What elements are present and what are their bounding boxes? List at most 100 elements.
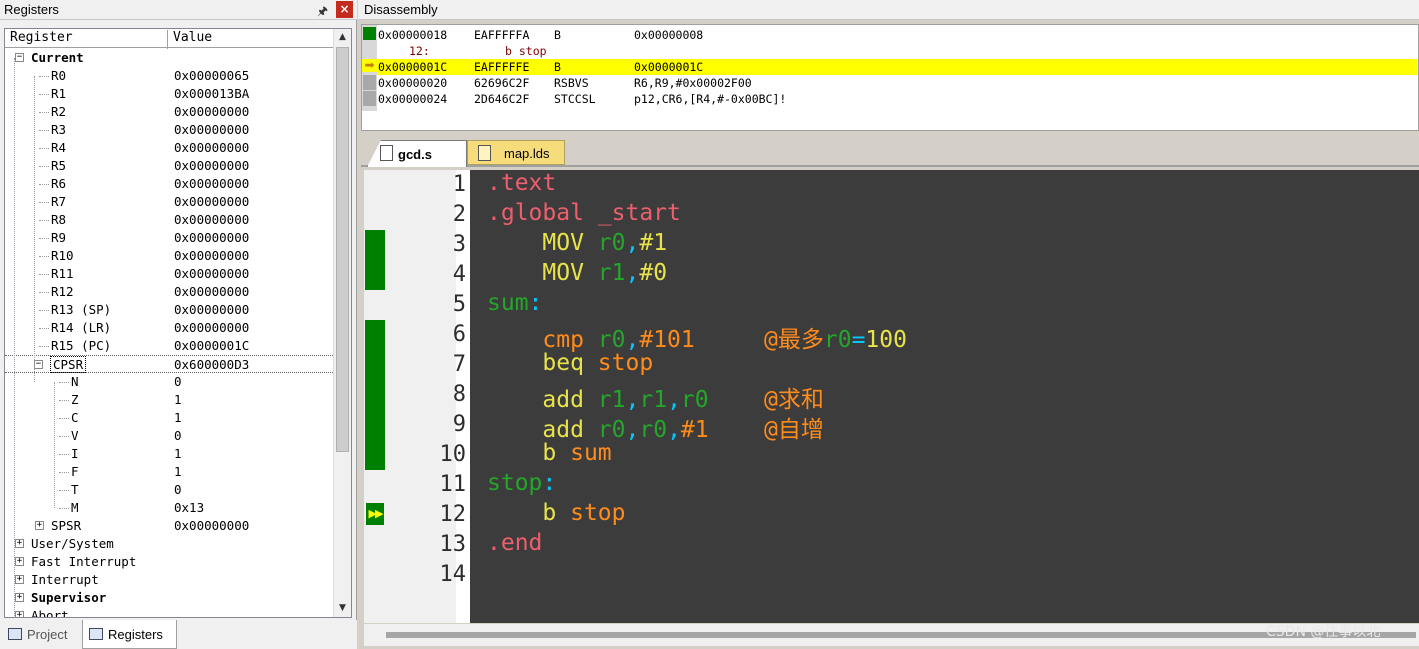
code-line-6: cmp r0,#101 @最多r0=100 — [542, 327, 907, 353]
disassembly-line-current[interactable]: 0x0000001C EAFFFFFE B 0x0000001C — [377, 59, 1417, 75]
code-line-10: b sum — [542, 440, 612, 466]
column-header-value[interactable]: Value — [173, 30, 212, 45]
register-value: 0x00000000 — [174, 104, 250, 119]
registers-title: Registers — [4, 2, 59, 17]
register-value: 0x00000000 — [174, 122, 250, 137]
register-row[interactable]: R8 0x00000000 — [5, 211, 333, 229]
register-row[interactable]: R10 0x00000000 — [5, 247, 333, 265]
close-icon[interactable]: × — [336, 1, 353, 18]
disassembly-line[interactable]: 0x00000024 2D646C2F STCCSL p12,CR6,[R4,#-0x… — [377, 91, 1417, 107]
line-number: 1 — [452, 172, 466, 197]
register-row[interactable]: R0 0x00000065 — [5, 67, 333, 85]
tree-group-mode[interactable]: + Fast Interrupt — [5, 553, 333, 571]
register-row[interactable]: R12 0x00000000 — [5, 283, 333, 301]
collapse-icon[interactable]: − — [15, 53, 24, 62]
register-name: User/System — [31, 536, 114, 551]
current-instruction-arrow-icon: ➡ — [362, 59, 377, 72]
register-row-spsr[interactable]: + SPSR 0x00000000 — [5, 517, 333, 535]
register-row[interactable]: R4 0x00000000 — [5, 139, 333, 157]
tab-project-label: Project — [27, 627, 68, 642]
register-value: 0x13 — [174, 500, 205, 515]
tab-registers[interactable]: Registers — [82, 620, 177, 649]
tree-connector — [39, 220, 49, 221]
tree-connector — [59, 472, 69, 473]
code-line-5: sum: — [487, 290, 543, 316]
disasm-mnemonic: STCCSL — [554, 92, 596, 106]
tree-connector — [59, 400, 69, 401]
tree-group-current[interactable]: − Current — [5, 49, 333, 67]
scroll-thumb[interactable] — [336, 47, 349, 452]
register-row[interactable]: R13 (SP) 0x00000000 — [5, 301, 333, 319]
register-value: 1 — [174, 446, 182, 461]
register-value: 0x00000065 — [174, 68, 250, 83]
editor-coverage-gutter: ▶▶ — [364, 170, 386, 623]
tree-connector — [14, 58, 15, 617]
expand-icon[interactable]: + — [15, 593, 24, 602]
tree-group-mode[interactable]: + Abort — [5, 607, 333, 618]
tree-group-mode[interactable]: + User/System — [5, 535, 333, 553]
expand-icon[interactable]: + — [15, 557, 24, 566]
disassembly-line[interactable]: 0x00000018 EAFFFFFA B 0x00000008 — [377, 27, 1417, 43]
register-row[interactable]: R2 0x00000000 — [5, 103, 333, 121]
tab-map-lds[interactable]: map.lds — [467, 140, 565, 165]
tree-connector — [59, 454, 69, 455]
register-row[interactable]: R1 0x000013BA — [5, 85, 333, 103]
code-editor[interactable]: ▶▶ 1 2 3 4 5 6 7 8 9 10 11 12 13 14 .text .global _st… — [364, 170, 1419, 623]
collapse-icon[interactable]: − — [34, 360, 43, 369]
disasm-opcode: 62696C2F — [474, 76, 530, 90]
column-separator[interactable] — [167, 30, 168, 49]
register-row[interactable]: R9 0x00000000 — [5, 229, 333, 247]
vertical-scrollbar[interactable]: ▲ ▼ — [333, 29, 351, 617]
register-name: R14 (LR) — [51, 320, 112, 335]
editor-tabs: gcd.s map.lds — [361, 137, 1419, 167]
disasm-opcode: EAFFFFFA — [474, 28, 530, 42]
register-name: Abort — [31, 608, 69, 618]
register-value: 0 — [174, 374, 182, 389]
expand-icon[interactable]: + — [15, 539, 24, 548]
register-row[interactable]: R7 0x00000000 — [5, 193, 333, 211]
register-row[interactable]: R5 0x00000000 — [5, 157, 333, 175]
pin-icon[interactable]: 🖈 — [317, 2, 328, 23]
scroll-up-arrow-icon[interactable]: ▲ — [334, 29, 351, 46]
expand-icon[interactable]: + — [15, 611, 24, 617]
execution-point-icon: ▶▶ — [366, 503, 384, 525]
expand-icon[interactable]: + — [15, 575, 24, 584]
register-value: 0x00000000 — [174, 284, 250, 299]
disassembly-view[interactable]: ➡ 0x00000018 EAFFFFFA B 0x00000008 12: b stop… — [361, 24, 1419, 131]
disasm-operands: R6,R9,#0x00002F00 — [634, 76, 752, 90]
coverage-gray-mark — [363, 75, 376, 90]
register-row[interactable]: R15 (PC) 0x0000001C — [5, 337, 333, 355]
scroll-thumb[interactable] — [386, 632, 1416, 638]
register-row[interactable]: R6 0x00000000 — [5, 175, 333, 193]
disassembly-line[interactable]: 0x00000020 62696C2F RSBVS R6,R9,#0x00002F00 — [377, 75, 1417, 91]
register-value: 0x600000D3 — [174, 357, 250, 372]
register-row[interactable]: R14 (LR) 0x00000000 — [5, 319, 333, 337]
tab-project[interactable]: Project — [4, 623, 71, 647]
tree-connector — [39, 184, 49, 185]
register-name: N — [71, 374, 79, 389]
register-name: R5 — [51, 158, 67, 173]
tab-gcd-s[interactable]: gcd.s — [367, 140, 467, 167]
register-name: R12 — [51, 284, 74, 299]
register-name: R7 — [51, 194, 67, 209]
code-area[interactable]: .text .global _start MOV r0,#1 MOV r1,#0… — [484, 170, 1419, 623]
code-line-9: add r0,r0,#1 @自增 — [542, 417, 824, 443]
register-row-cpsr[interactable]: − CPSR 0x600000D3 — [5, 355, 333, 373]
tree-connector — [39, 130, 49, 131]
expand-icon[interactable]: + — [35, 521, 44, 530]
tree-connector — [39, 328, 49, 329]
register-tree[interactable]: Register Value − Current R0 0x00000065 R1 0x0… — [4, 28, 352, 618]
disassembly-source-line[interactable]: 12: b stop — [377, 43, 1417, 59]
register-value: 0x00000000 — [174, 140, 250, 155]
panel-bottom-tabs: Project Registers — [0, 620, 357, 649]
register-row[interactable]: R11 0x00000000 — [5, 265, 333, 283]
scroll-down-arrow-icon[interactable]: ▼ — [334, 600, 351, 617]
register-row[interactable]: R3 0x00000000 — [5, 121, 333, 139]
horizontal-scrollbar[interactable] — [364, 624, 1419, 646]
tree-group-mode[interactable]: + Supervisor — [5, 589, 333, 607]
disasm-address: 0x00000018 — [378, 28, 448, 42]
register-value: 0x00000000 — [174, 302, 250, 317]
column-header-register[interactable]: Register — [10, 30, 73, 45]
tree-group-mode[interactable]: + Interrupt — [5, 571, 333, 589]
file-icon — [478, 145, 491, 161]
